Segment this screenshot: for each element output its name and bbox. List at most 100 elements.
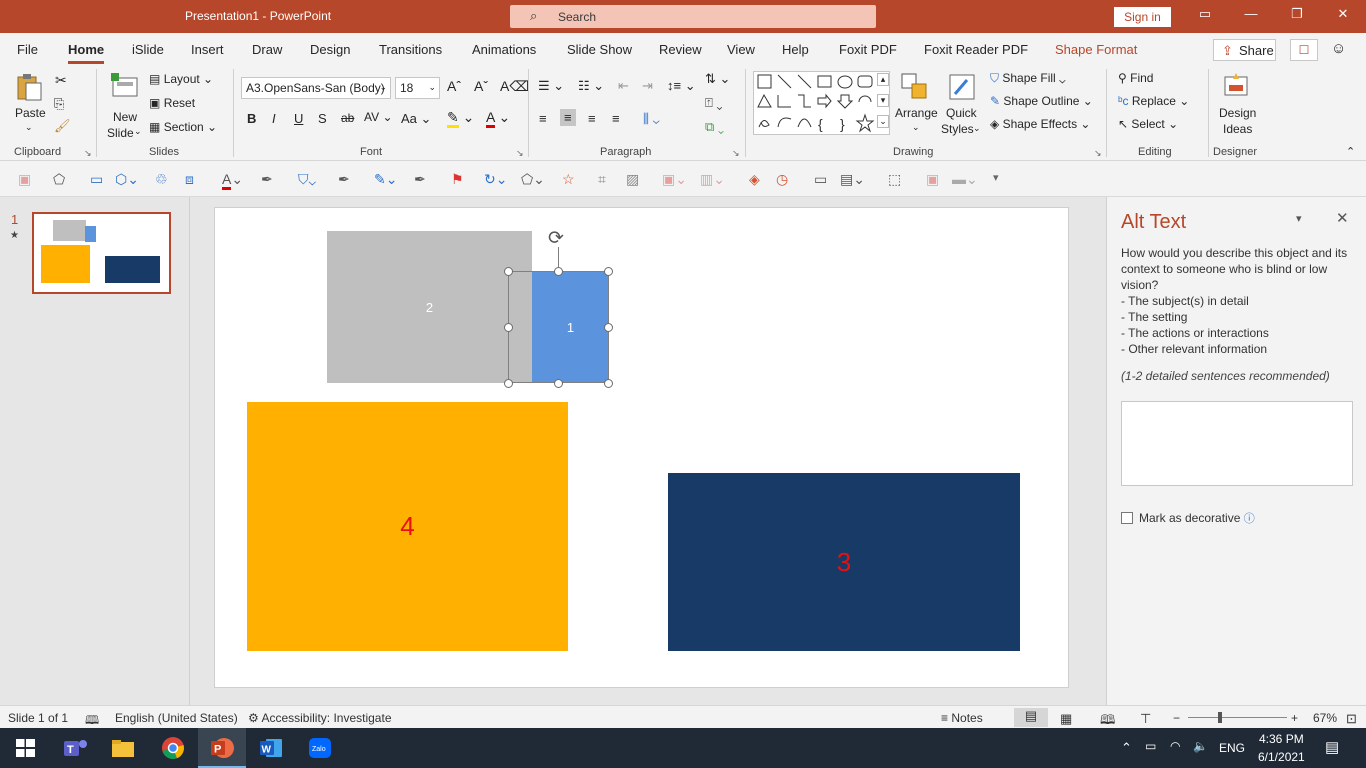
slide-thumbnail[interactable]	[32, 212, 171, 294]
align-left-icon[interactable]: ≡	[539, 111, 547, 126]
design-ideas-icon[interactable]	[1222, 71, 1252, 101]
numbering-icon[interactable]: ☷ ⌄	[578, 78, 604, 94]
change-case-button[interactable]: Aa ⌄	[401, 111, 431, 127]
bold-button[interactable]: B	[247, 111, 256, 126]
normal-view-icon[interactable]: ▤	[1014, 708, 1048, 727]
window-icon[interactable]: ▤⌄	[840, 171, 865, 188]
paste-label[interactable]: Paste	[15, 106, 46, 120]
format-painter-icon[interactable]: 🖌	[54, 118, 71, 134]
zoom-in-icon[interactable]: +	[1291, 711, 1298, 725]
eyedropper-icon[interactable]: ✒	[261, 171, 273, 188]
star-shape-icon[interactable]: ☆	[562, 171, 575, 188]
tab-transitions[interactable]: Transitions	[379, 42, 442, 57]
fit-slide-icon[interactable]: ⊡	[1346, 711, 1357, 727]
font-launcher-icon[interactable]: ↘	[516, 148, 524, 159]
crop-picture-icon[interactable]: ⧈	[185, 171, 194, 188]
pane-close-icon[interactable]: ✕	[1336, 209, 1349, 227]
paste-chevron-icon[interactable]: ⌄	[25, 122, 33, 133]
info-icon[interactable]: ⓘ	[1244, 513, 1255, 525]
notifications-icon[interactable]: ▤	[1325, 738, 1339, 756]
shapes-gallery[interactable]: {}	[753, 71, 890, 135]
shape-effects-button[interactable]: ◈ Shape Effects ⌄	[990, 117, 1090, 131]
qat-button-b-icon[interactable]: ▥⌄	[700, 171, 725, 188]
edit-shape-icon[interactable]: ⬠⌄	[521, 171, 545, 188]
resize-handle-top[interactable]	[554, 267, 563, 276]
frame-icon[interactable]: ▭	[814, 171, 827, 188]
smartart-icon[interactable]: ⧉ ⌄	[705, 119, 724, 135]
decrease-indent-icon[interactable]: ⇤	[618, 78, 629, 94]
find-button[interactable]: ⚲ Find	[1118, 71, 1153, 85]
ribbon-display-icon[interactable]: ▭	[1190, 6, 1220, 26]
arrange-label[interactable]: Arrange	[895, 106, 938, 120]
italic-button[interactable]: I	[272, 111, 276, 126]
tab-shape-format[interactable]: Shape Format	[1055, 42, 1137, 57]
comments-icon[interactable]: ☐	[1290, 39, 1318, 61]
new-slide-label-2[interactable]: Slide	[107, 126, 134, 140]
new-slide-label[interactable]: New	[113, 110, 137, 124]
slide-sorter-icon[interactable]: ▦	[1060, 711, 1072, 727]
show-hidden-icons-icon[interactable]: ⌃	[1121, 740, 1132, 756]
reset-button[interactable]: ▣ Reset	[149, 96, 195, 110]
word-icon[interactable]: W	[258, 736, 284, 760]
arrange-icon[interactable]	[900, 72, 930, 102]
clock-time[interactable]: 4:36 PM	[1259, 732, 1304, 746]
zoom-out-icon[interactable]: −	[1173, 711, 1180, 725]
underline-button[interactable]: U	[294, 111, 303, 126]
layers-icon[interactable]: ◈	[749, 171, 760, 188]
input-language[interactable]: ENG	[1219, 741, 1245, 755]
increase-font-icon[interactable]: Aˆ	[447, 78, 461, 94]
folder-icon[interactable]: ▬⌄	[952, 171, 978, 188]
tab-view[interactable]: View	[727, 42, 755, 57]
tab-review[interactable]: Review	[659, 42, 702, 57]
columns-icon[interactable]: ⫼ ⌄	[643, 111, 660, 127]
teams-icon[interactable]: T	[62, 736, 88, 760]
fill-eyedropper-icon[interactable]: ✒	[338, 171, 350, 188]
tab-draw[interactable]: Draw	[252, 42, 282, 57]
resize-handle-left[interactable]	[504, 323, 513, 332]
decorative-checkbox-box[interactable]	[1121, 512, 1133, 524]
highlight-icon[interactable]: ✎ ⌄	[447, 109, 474, 128]
zoom-slider-thumb[interactable]	[1218, 712, 1222, 723]
rectangle-4[interactable]: 4	[247, 402, 568, 651]
tab-help[interactable]: Help	[782, 42, 809, 57]
design-ideas-label-2[interactable]: Ideas	[1223, 122, 1252, 136]
tab-home[interactable]: Home	[68, 42, 105, 64]
replace-shape-icon[interactable]: ♲	[155, 171, 168, 188]
paragraph-launcher-icon[interactable]: ↘	[732, 148, 740, 159]
rotate-icon[interactable]: ↻⌄	[484, 171, 507, 188]
volume-icon[interactable]: 🔈	[1193, 739, 1208, 753]
powerpoint-icon[interactable]: P	[209, 736, 235, 760]
select-button[interactable]: ↖ Select ⌄	[1118, 117, 1178, 131]
new-slide-icon[interactable]	[110, 72, 140, 102]
qat-button-c-icon[interactable]: ▣	[926, 171, 939, 188]
resize-handle-bottom-right[interactable]	[604, 379, 613, 388]
align-text-icon[interactable]: ⍐ ⌄	[705, 95, 723, 111]
text-box-icon[interactable]: ▭	[90, 171, 103, 188]
qat-button-a-icon[interactable]: ▣⌄	[662, 171, 687, 188]
chrome-icon[interactable]	[160, 736, 186, 760]
tab-insert[interactable]: Insert	[191, 42, 224, 57]
font-color-icon[interactable]: A ⌄	[486, 109, 510, 128]
increase-indent-icon[interactable]: ⇥	[642, 78, 653, 94]
copy-icon[interactable]: ⎘	[54, 96, 64, 112]
resize-handle-bottom[interactable]	[554, 379, 563, 388]
bullets-icon[interactable]: ☰ ⌄	[538, 78, 564, 94]
minimize-icon[interactable]: —	[1236, 6, 1266, 26]
wifi-icon[interactable]: ◠	[1170, 739, 1180, 753]
crop-icon[interactable]: ⌗	[598, 171, 606, 188]
section-button[interactable]: ▦ Section ⌄	[149, 120, 217, 134]
collapse-ribbon-icon[interactable]: ⌃	[1346, 145, 1355, 158]
align-center-icon[interactable]: ≡	[560, 109, 576, 126]
character-spacing-button[interactable]: AV ⌄	[364, 110, 393, 124]
save-icon[interactable]: ▣	[18, 171, 31, 188]
insert-shape-icon[interactable]: ⬡⌄	[115, 171, 139, 188]
layout-button[interactable]: ▤ Layout ⌄	[149, 72, 213, 86]
mark-decorative-checkbox[interactable]: Mark as decorative ⓘ	[1121, 510, 1255, 526]
zoom-level[interactable]: 67%	[1313, 711, 1337, 725]
outline-eyedropper-icon[interactable]: ✒	[414, 171, 426, 188]
decrease-font-icon[interactable]: Aˇ	[474, 78, 488, 94]
text-direction-icon[interactable]: ⇅ ⌄	[705, 71, 730, 87]
language-indicator[interactable]: English (United States)	[115, 711, 238, 725]
pane-options-icon[interactable]: ▾	[1296, 212, 1302, 225]
restore-icon[interactable]: ❐	[1282, 6, 1312, 26]
